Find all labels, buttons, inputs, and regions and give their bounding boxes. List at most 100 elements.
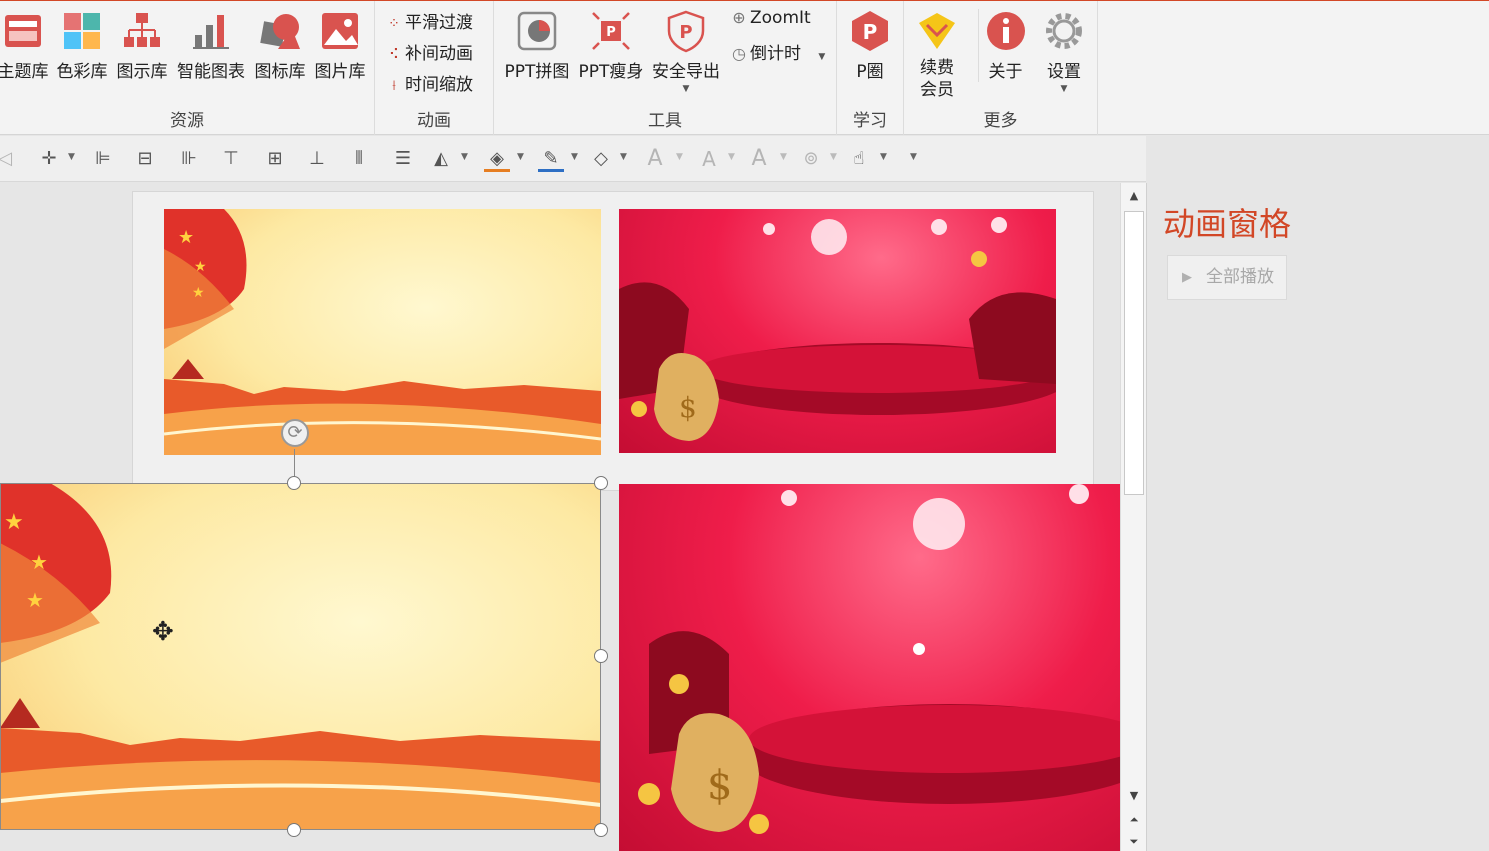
outline-color-icon[interactable]: ✎: [538, 146, 564, 172]
countdown-dropdown-icon: ▼: [818, 52, 826, 62]
rotate-dropdown-icon[interactable]: ▼: [461, 152, 468, 162]
shape-effect-dropdown-icon[interactable]: ▼: [830, 152, 837, 162]
slim-icon: P: [592, 12, 630, 50]
resize-handle-top-right[interactable]: [594, 476, 608, 490]
fill-color-icon[interactable]: ◈: [484, 146, 510, 172]
rotate-icon[interactable]: ◭: [428, 146, 454, 172]
left-arrow-icon[interactable]: ◁: [0, 146, 18, 172]
countdown-button[interactable]: ◷ 倒计时 ▼: [728, 39, 825, 64]
pointer-icon[interactable]: ☝: [846, 146, 872, 172]
svg-text:$: $: [679, 391, 697, 424]
rotate-handle-icon[interactable]: ⟳: [281, 419, 309, 447]
diagram-library-label: 图示库: [116, 62, 168, 82]
theme-library-button[interactable]: 主题库: [0, 9, 54, 82]
resize-handle-bottom-right[interactable]: [594, 823, 608, 837]
settings-button[interactable]: 设置 ▼: [1037, 9, 1091, 94]
settings-dropdown-icon: ▼: [1060, 84, 1068, 94]
vertical-scrollbar[interactable]: ▲ ▼ ⏶ ⏷: [1120, 183, 1146, 851]
align-center-icon[interactable]: ⊟: [132, 146, 158, 172]
scroll-up-icon[interactable]: ▲: [1121, 189, 1147, 202]
group-tools-label: 工具: [648, 111, 682, 131]
animation-pane: 动画窗格 ▶ 全部播放: [1146, 183, 1489, 851]
group-more: 续费 会员 关于 设置 ▼ 更多: [904, 1, 1098, 135]
tween-animation-button[interactable]: ⠪ 补间动画: [383, 39, 473, 64]
resize-handle-top[interactable]: [287, 476, 301, 490]
resize-handle-bottom[interactable]: [287, 823, 301, 837]
ppt-slim-label: PPT瘦身: [578, 62, 644, 82]
smart-chart-label: 智能图表: [177, 62, 245, 82]
eraser-dropdown-icon[interactable]: ▼: [620, 152, 627, 162]
align-bottom-icon[interactable]: ⊥: [304, 146, 330, 172]
play-all-button[interactable]: ▶ 全部播放: [1167, 255, 1287, 300]
color-icon: [64, 13, 100, 49]
svg-text:$: $: [707, 763, 732, 809]
text-fill-dropdown-icon[interactable]: ▼: [676, 152, 683, 162]
yellow-background-image[interactable]: ★ ★ ★: [164, 209, 601, 455]
text-effect-dropdown-icon[interactable]: ▼: [780, 152, 787, 162]
safe-export-dropdown-icon: ▼: [682, 84, 690, 94]
snap-icon[interactable]: ✛: [36, 146, 62, 172]
scroll-thumb[interactable]: [1124, 211, 1144, 495]
group-animation-label: 动画: [417, 111, 451, 131]
resize-handle-right[interactable]: [594, 649, 608, 663]
svg-text:P: P: [863, 20, 878, 44]
group-resources: 主题库 色彩库 图示库 智能图表 图标库 图片库 资源: [0, 1, 375, 135]
picture-icon: [322, 13, 358, 49]
diagram-icon: [124, 13, 160, 47]
prev-slide-icon[interactable]: ⏶: [1121, 813, 1147, 827]
puzzle-icon: [517, 11, 557, 51]
color-library-button[interactable]: 色彩库: [54, 9, 110, 82]
group-learn: P P圈 学习: [837, 1, 904, 135]
ppt-puzzle-button[interactable]: PPT拼图: [500, 9, 574, 82]
group-more-label: 更多: [983, 111, 1018, 131]
svg-text:P: P: [606, 25, 616, 40]
pointer-dropdown-icon[interactable]: ▼: [880, 152, 887, 162]
align-right-icon[interactable]: ⊪: [176, 146, 202, 172]
settings-label: 设置: [1047, 62, 1081, 82]
eraser-icon[interactable]: ◇: [588, 146, 614, 172]
snap-dropdown-icon[interactable]: ▼: [68, 152, 75, 162]
icon-library-button[interactable]: 图标库: [252, 9, 308, 82]
red-large-image[interactable]: $: [619, 484, 1120, 851]
safe-export-button[interactable]: P 安全导出 ▼: [648, 9, 724, 94]
renew-member-button[interactable]: 续费 会员: [910, 9, 964, 101]
pcircle-button[interactable]: P P圈: [843, 9, 897, 82]
red-background-image[interactable]: $: [619, 209, 1056, 453]
yellow-image-art: ★ ★ ★: [164, 209, 601, 455]
group-learn-label: 学习: [853, 111, 887, 131]
zoomit-button[interactable]: ⊕ ZoomIt: [728, 8, 810, 28]
picture-library-button[interactable]: 图片库: [312, 9, 368, 82]
fill-dropdown-icon[interactable]: ▼: [517, 152, 524, 162]
next-slide-icon[interactable]: ⏷: [1121, 835, 1147, 849]
about-button[interactable]: 关于: [978, 9, 1032, 82]
selection-frame: [0, 483, 601, 830]
zoom-icon: ⊕: [732, 8, 746, 27]
distribute-vertical-icon[interactable]: ☰: [390, 146, 416, 172]
toolbar-more-icon[interactable]: ▼: [910, 152, 917, 162]
text-effect-icon[interactable]: A: [746, 146, 772, 172]
align-top-icon[interactable]: ⊤: [218, 146, 244, 172]
text-outline-icon[interactable]: A: [696, 146, 722, 172]
text-outline-dropdown-icon[interactable]: ▼: [728, 152, 735, 162]
arrange-toolbar: ◁ ✛ ▼ ⊫ ⊟ ⊪ ⊤ ⊞ ⊥ ⫴ ☰ ◭ ▼ ◈ ▼ ✎ ▼ ◇ ▼ A ▼ A ▼ A…: [0, 136, 1146, 182]
shape-effect-icon[interactable]: ⊚: [798, 146, 824, 172]
align-middle-icon[interactable]: ⊞: [262, 146, 288, 172]
ppt-slim-button[interactable]: P PPT瘦身: [574, 9, 648, 82]
text-fill-icon[interactable]: A: [642, 146, 668, 172]
tween-icon: ⠪: [388, 47, 400, 63]
countdown-label: 倒计时: [750, 44, 801, 64]
color-library-label: 色彩库: [56, 62, 108, 82]
smart-chart-button[interactable]: 智能图表: [174, 9, 248, 82]
scroll-down-icon[interactable]: ▼: [1121, 789, 1147, 802]
align-left-icon[interactable]: ⊫: [90, 146, 116, 172]
gear-icon: [1046, 13, 1082, 49]
distribute-horizontal-icon[interactable]: ⫴: [346, 146, 372, 172]
red-large-image-art: $: [638, 484, 1120, 834]
play-all-label: 全部播放: [1206, 267, 1274, 287]
time-scale-button[interactable]: ⟊ 时间缩放: [383, 70, 473, 95]
smooth-transition-button[interactable]: ⁘ 平滑过渡: [383, 8, 473, 33]
shield-icon: P: [667, 10, 705, 53]
outline-dropdown-icon[interactable]: ▼: [571, 152, 578, 162]
move-cursor-icon: ✥: [152, 617, 174, 647]
diagram-library-button[interactable]: 图示库: [114, 9, 170, 82]
